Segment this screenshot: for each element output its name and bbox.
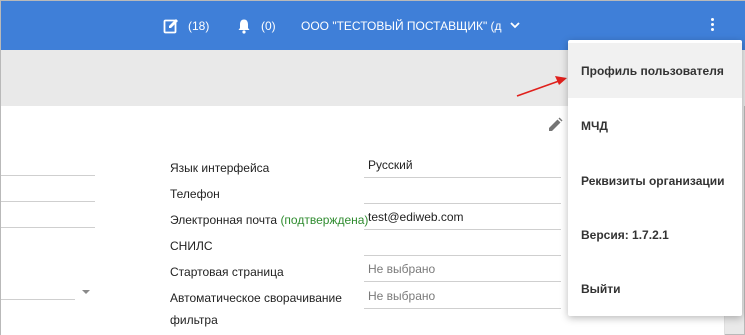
field-label-language: Язык интерфейса <box>170 161 270 175</box>
field-underline <box>364 308 561 309</box>
left-select-underline[interactable] <box>1 299 75 300</box>
more-vertical-icon[interactable] <box>704 16 720 36</box>
field-underline <box>364 229 561 230</box>
field-underline <box>364 281 561 282</box>
menu-item-logout[interactable]: Выйти <box>568 261 742 316</box>
field-label-start-page: Стартовая страница <box>170 265 284 279</box>
menu-item-mchd[interactable]: МЧД <box>568 98 742 153</box>
drafts-count: (18) <box>188 18 210 33</box>
left-field-underline[interactable] <box>1 201 95 202</box>
annotation-arrow <box>516 76 567 97</box>
user-menu: Профиль пользователя МЧД Реквизиты орган… <box>568 40 742 316</box>
field-underline <box>364 255 561 256</box>
dropdown-arrow-icon[interactable] <box>82 290 90 294</box>
field-value-start-page[interactable]: Не выбрано <box>368 262 435 276</box>
menu-item-version: Версия: 1.7.2.1 <box>581 227 669 242</box>
left-field-underline[interactable] <box>1 175 95 176</box>
pencil-icon[interactable] <box>547 117 563 133</box>
field-value-email[interactable]: test@ediweb.com <box>368 210 464 224</box>
organization-name: ООО "ТЕСТОВЫЙ ПОСТАВЩИК" (д <box>301 18 502 33</box>
field-label-autocollapse-line2: фильтра <box>170 313 218 327</box>
left-field-underline[interactable] <box>1 227 95 228</box>
email-label-text: Электронная почта <box>170 213 278 227</box>
notifications-count: (0) <box>261 18 276 33</box>
field-value-autocollapse[interactable]: Не выбрано <box>368 289 435 303</box>
field-value-language[interactable]: Русский <box>368 158 413 172</box>
field-label-phone: Телефон <box>170 187 220 201</box>
app-window: (18) (0) ООО "ТЕСТОВЫЙ ПОСТАВЩИК" (д Язы… <box>0 0 745 335</box>
field-label-autocollapse: Автоматическое сворачивание <box>170 291 342 305</box>
field-underline <box>364 203 561 204</box>
email-confirmed-status: (подтверждена) <box>280 213 369 227</box>
field-label-snils: СНИЛС <box>170 239 213 253</box>
edit-document-icon <box>163 18 179 34</box>
chevron-down-icon <box>509 22 520 29</box>
notifications-button[interactable]: (0) <box>236 1 276 50</box>
drafts-button[interactable]: (18) <box>163 1 209 50</box>
bell-icon <box>236 18 252 34</box>
menu-item-org-details[interactable]: Реквизиты организации <box>568 153 742 208</box>
organization-selector[interactable]: ООО "ТЕСТОВЫЙ ПОСТАВЩИК" (д <box>301 1 520 50</box>
field-label-email: Электронная почта (подтверждена) <box>170 213 368 227</box>
field-underline <box>364 177 561 178</box>
menu-item-user-profile[interactable]: Профиль пользователя <box>568 43 742 98</box>
